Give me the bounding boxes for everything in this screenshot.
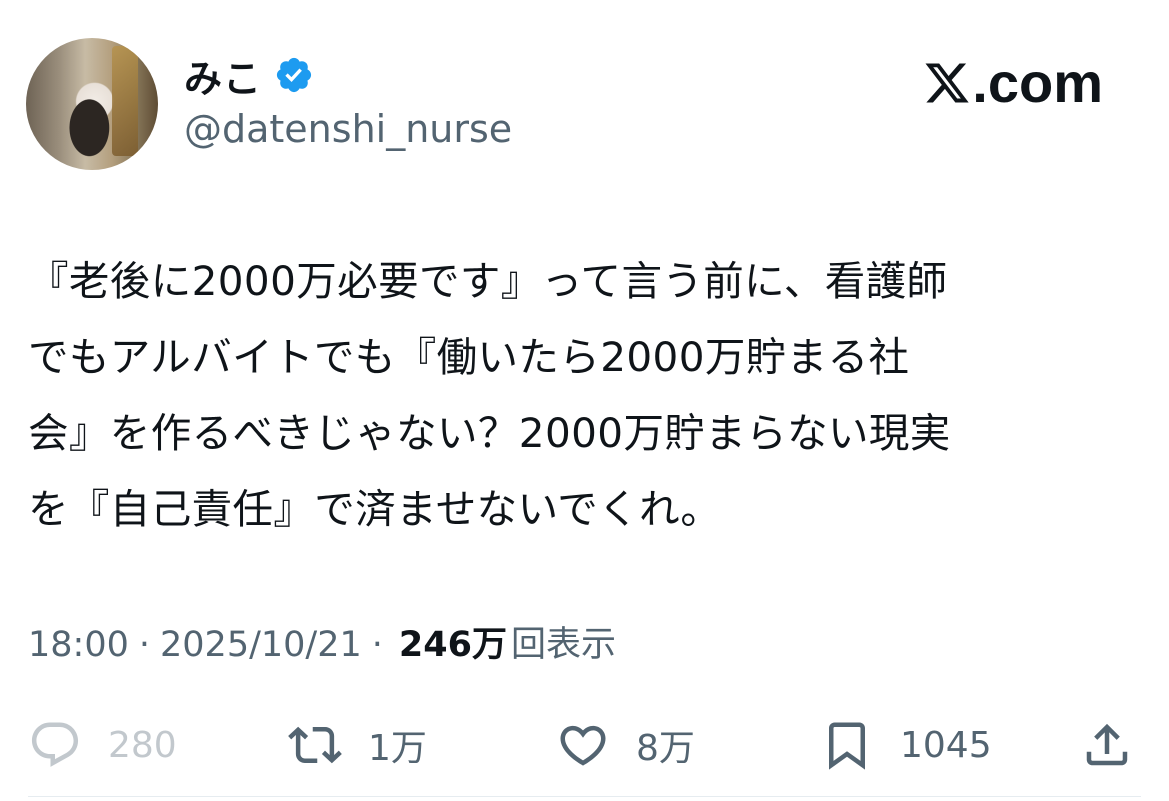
reply-icon <box>31 722 79 767</box>
like-count: 8万 <box>636 728 695 769</box>
tweet-time[interactable]: 18:00 <box>28 625 129 665</box>
verified-badge-icon <box>276 57 312 93</box>
view-count: 246万 <box>398 625 507 665</box>
reply-count: 280 <box>108 724 177 766</box>
reply-button[interactable]: 280 <box>28 710 177 780</box>
bottom-divider <box>28 796 1141 797</box>
display-name[interactable]: みこ <box>184 48 262 103</box>
bookmark-icon <box>829 722 865 770</box>
retweet-icon <box>288 726 342 764</box>
brand-logo: .com <box>922 50 1103 115</box>
meta-separator: · <box>138 625 151 665</box>
tweet-text: 『老後に2000万必要です』って言う前に、看護師 でもアルバイトでも『働いたら2… <box>28 257 951 533</box>
like-button[interactable]: 8万 <box>556 710 695 780</box>
retweet-count: 1万 <box>368 728 427 769</box>
meta-separator: · <box>371 625 383 665</box>
heart-icon <box>560 725 606 766</box>
author-name-row: みこ <box>184 48 314 103</box>
user-handle[interactable]: @datenshi_nurse <box>184 107 512 151</box>
x-logo-icon <box>925 63 969 102</box>
tweet-meta: 18:00 · 2025/10/21 · 246万 回表示 <box>28 616 616 667</box>
view-count-label: 回表示 <box>510 625 616 665</box>
bookmark-count: 1045 <box>900 724 992 766</box>
tweet-date[interactable]: 2025/10/21 <box>160 625 362 665</box>
retweet-button[interactable]: 1万 <box>288 710 427 780</box>
action-bar: 280 1万 8万 1045 <box>0 710 1169 780</box>
share-button[interactable] <box>1080 710 1134 780</box>
bookmark-button[interactable]: 1045 <box>820 710 992 780</box>
brand-domain: .com <box>972 51 1103 114</box>
avatar[interactable] <box>26 38 158 170</box>
share-icon <box>1086 723 1128 766</box>
